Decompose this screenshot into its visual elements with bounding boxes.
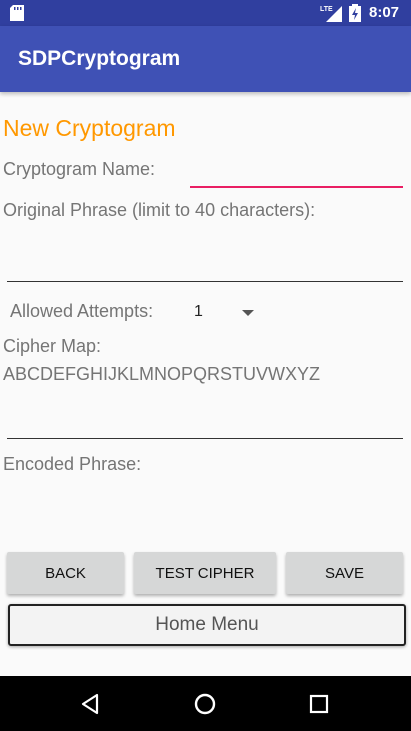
cryptogram-name-input[interactable] <box>190 160 403 188</box>
recents-icon[interactable] <box>307 692 331 716</box>
navigation-bar <box>0 676 411 731</box>
status-bar: LTE 8:07 <box>0 0 411 26</box>
allowed-attempts-dropdown[interactable]: 1 <box>186 298 260 326</box>
app-bar: SDPCryptogram <box>0 26 411 92</box>
battery-icon <box>349 4 361 22</box>
sd-card-icon <box>10 5 24 21</box>
home-menu-button[interactable]: Home Menu <box>8 604 406 646</box>
cipher-map-input[interactable] <box>7 388 403 439</box>
save-button[interactable]: SAVE <box>286 552 403 594</box>
original-phrase-label: Original Phrase (limit to 40 characters)… <box>3 200 316 220</box>
encoded-phrase-label: Encoded Phrase: <box>3 454 142 474</box>
status-time: 8:07 <box>369 4 400 21</box>
cryptogram-name-label: Cryptogram Name: <box>3 159 156 179</box>
home-icon[interactable] <box>193 692 217 716</box>
allowed-attempts-label: Allowed Attempts: <box>10 301 154 321</box>
dropdown-caret-icon <box>242 310 254 316</box>
lte-signal-icon: LTE <box>320 6 342 22</box>
app-title: SDPCryptogram <box>18 47 181 70</box>
back-button[interactable]: BACK <box>7 552 124 594</box>
page-title: New Cryptogram <box>3 115 176 141</box>
allowed-attempts-value: 1 <box>194 303 203 320</box>
svg-text:LTE: LTE <box>320 6 333 13</box>
cipher-alphabet: ABCDEFGHIJKLMNOPQRSTUVWXYZ <box>3 364 321 384</box>
test-cipher-button[interactable]: TEST CIPHER <box>134 552 276 594</box>
original-phrase-input[interactable] <box>7 230 403 282</box>
cipher-map-label: Cipher Map: <box>3 336 102 356</box>
back-icon[interactable] <box>79 692 103 716</box>
